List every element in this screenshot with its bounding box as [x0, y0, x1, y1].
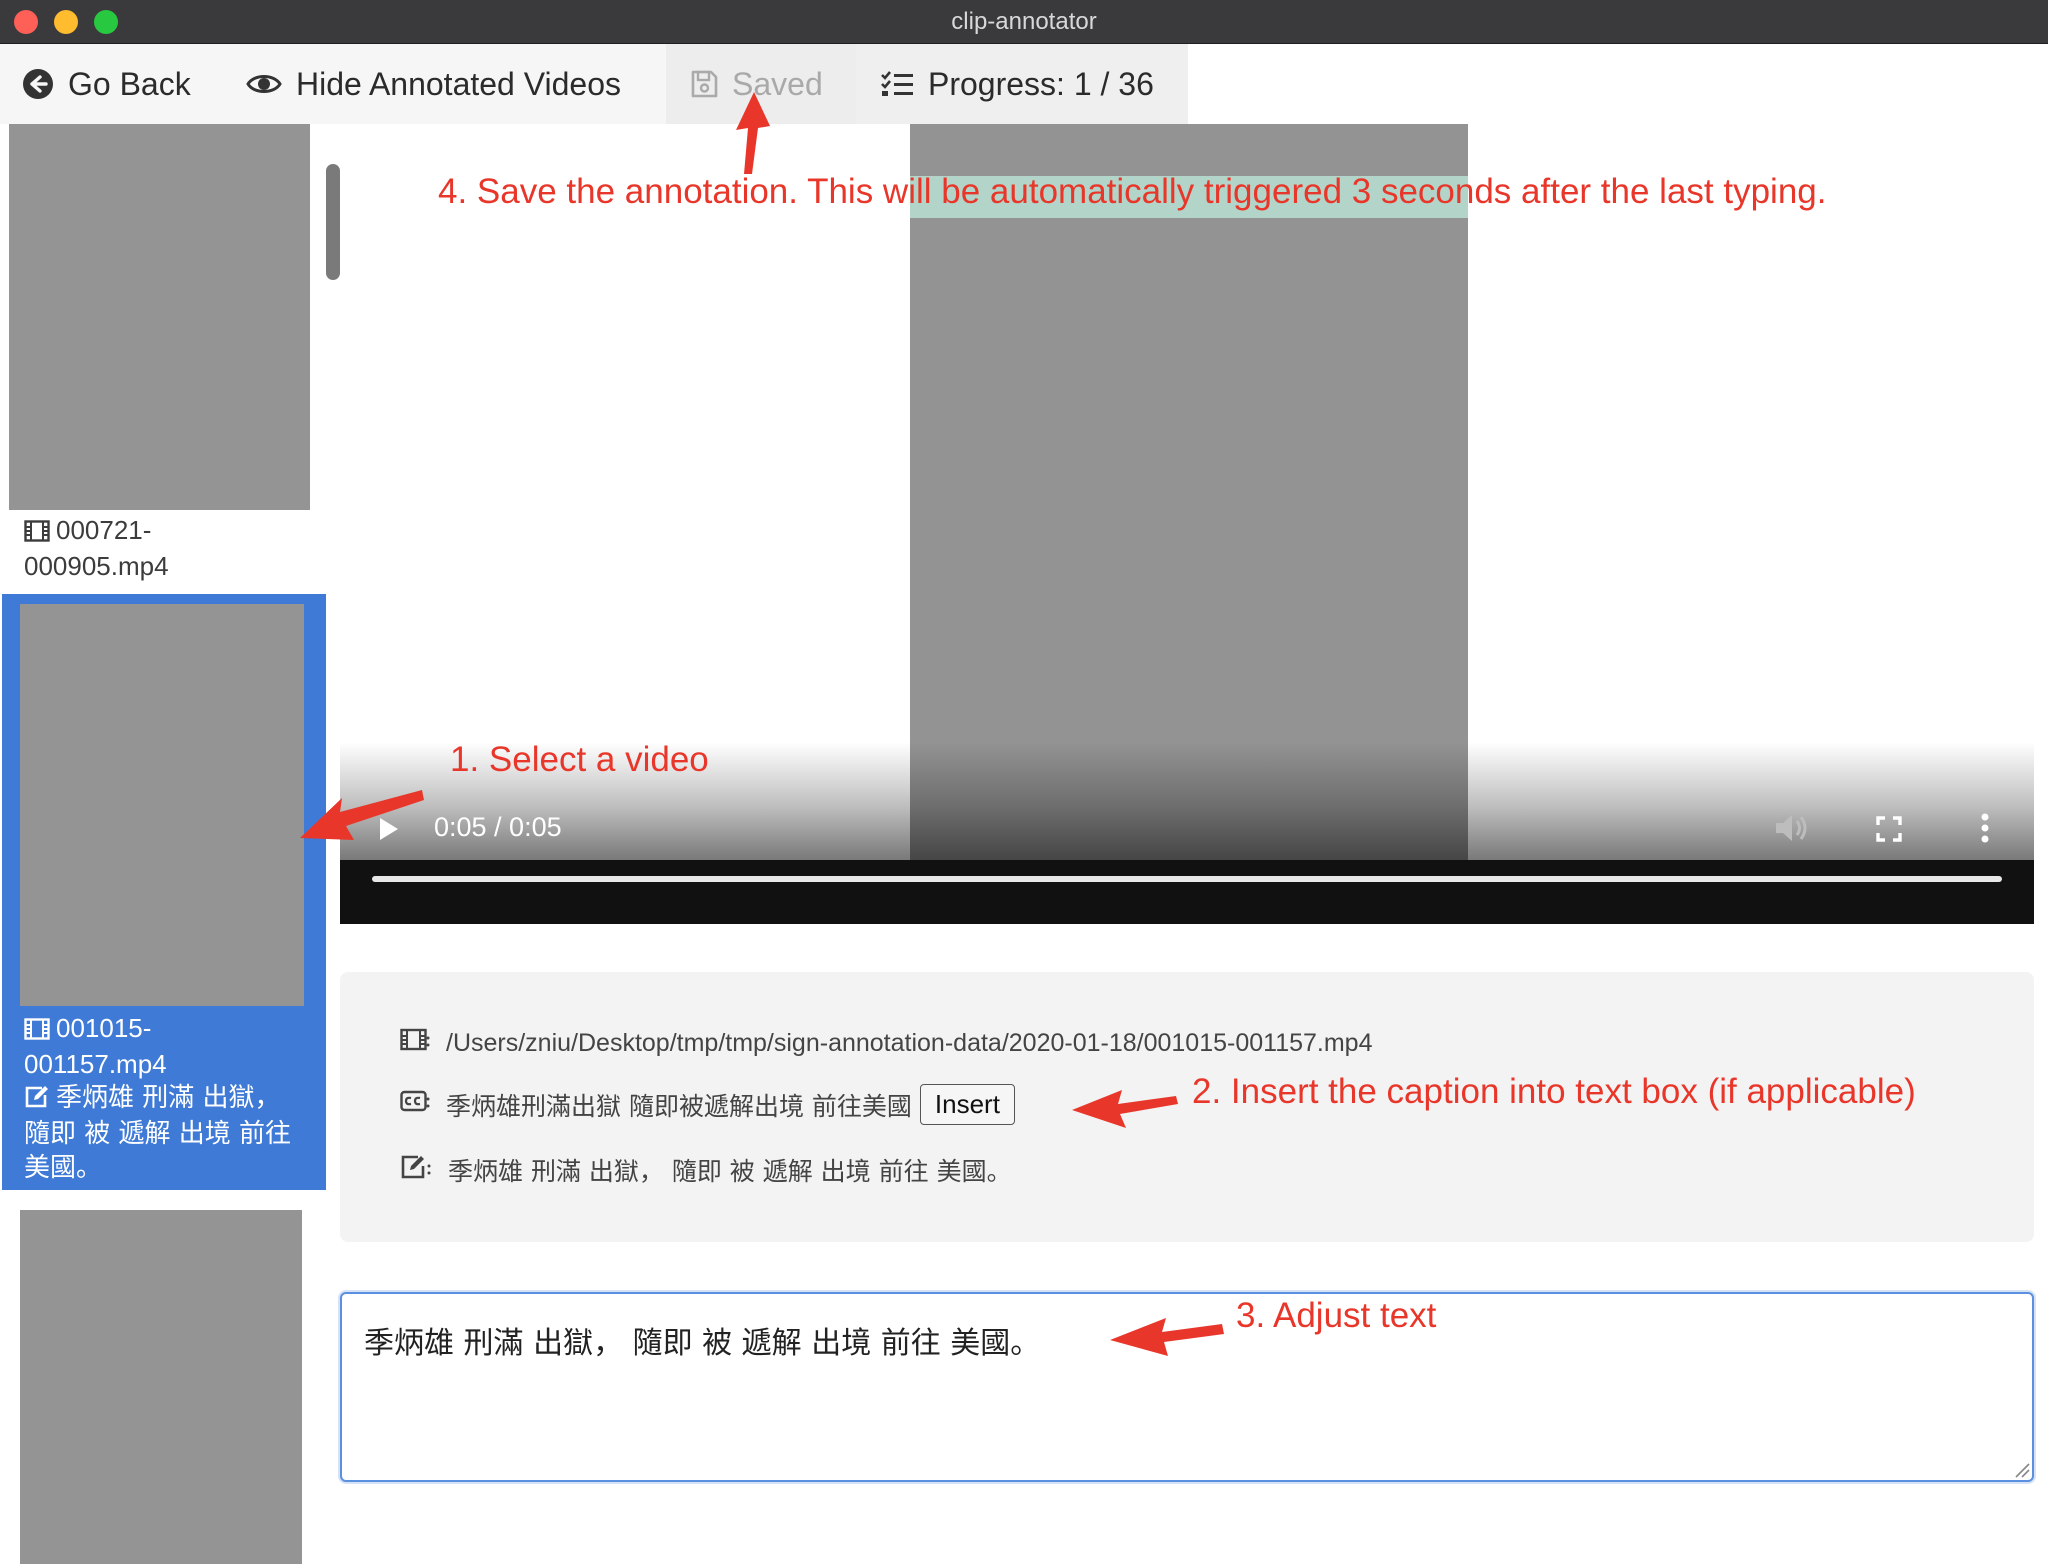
edit-icon [24, 1084, 50, 1117]
toolbar: Go Back Hide Annotated Videos Saved Prog… [0, 44, 1188, 124]
fullscreen-icon[interactable] [1876, 816, 1902, 842]
annotation-step3: 3. Adjust text [1236, 1296, 1437, 1335]
resize-handle-icon[interactable] [2014, 1462, 2030, 1478]
video-bottom-strip [340, 860, 2034, 924]
annotation-step1: 1. Select a video [450, 740, 709, 779]
original-caption: 季炳雄刑滿出獄 隨即被遞解出境 前往美國 [446, 1091, 912, 1121]
more-options-icon[interactable] [1980, 812, 1990, 844]
progress-button[interactable]: Progress: 1 / 36 [856, 44, 1188, 124]
hide-annotated-videos-button[interactable]: Hide Annotated Videos [222, 44, 666, 124]
filename: 000721- [56, 515, 152, 545]
video-time: 0:05 / 0:05 [434, 812, 562, 842]
volume-icon[interactable] [1774, 812, 1810, 844]
annotation-text-input[interactable] [340, 1292, 2034, 1482]
saved-label: Saved [732, 65, 823, 102]
filename: 000905.mp4 [24, 551, 169, 581]
current-annotation: 季炳雄 刑滿 出獄， 隨即 被 遞解 出境 前往 美國。 [448, 1157, 1012, 1186]
video-list-item[interactable]: 000721- 000905.mp4 [24, 514, 169, 583]
video-thumbnail[interactable] [9, 124, 310, 510]
video-player[interactable]: 0:05 / 0:05 [340, 124, 2034, 924]
arrow-left-circle-icon [23, 69, 53, 99]
hide-annotated-label: Hide Annotated Videos [296, 65, 621, 102]
save-button[interactable]: Saved [666, 44, 856, 124]
sidebar-scrollbar[interactable] [326, 164, 340, 280]
floppy-disk-icon [691, 70, 718, 98]
annotation-row: 季炳雄 刑滿 出獄， 隨即 被 遞解 出境 前往 美國。 [400, 1152, 1012, 1188]
window-title: clip-annotator [951, 8, 1097, 35]
caption: 隨即 被 遞解 出境 前往 [24, 1119, 292, 1149]
filename: 001157.mp4 [24, 1049, 167, 1079]
path-row: /Users/zniu/Desktop/tmp/tmp/sign-annotat… [400, 1028, 1373, 1059]
task-list-icon [881, 71, 913, 96]
video-path: /Users/zniu/Desktop/tmp/tmp/sign-annotat… [446, 1029, 1373, 1057]
video-list-item-selected[interactable]: 001015- 001157.mp4 季炳雄 刑滿 出獄， 隨即 被 遞解 出境… [2, 594, 326, 1190]
film-icon [24, 517, 50, 550]
go-back-label: Go Back [68, 65, 191, 102]
progress-label: Progress: 1 / 36 [928, 65, 1154, 102]
annotation-step2: 2. Insert the caption into text box (if … [1192, 1072, 1916, 1111]
play-icon[interactable] [378, 816, 400, 842]
eye-icon [246, 75, 282, 93]
video-list-sidebar: 000721- 000905.mp4 001015- 001157.mp4 季炳… [0, 124, 326, 1564]
filename: 001015- [56, 1013, 152, 1043]
video-list-item-label: 001015- 001157.mp4 季炳雄 刑滿 出獄， 隨即 被 遞解 出境… [24, 1012, 324, 1185]
annotation-step4: 4. Save the annotation. This will be aut… [438, 172, 1827, 211]
caption-row: 季炳雄刑滿出獄 隨即被遞解出境 前往美國 Insert [400, 1084, 1015, 1125]
video-progress-bar[interactable] [372, 876, 2002, 882]
film-icon [400, 1028, 430, 1059]
caption: 美國。 [24, 1153, 103, 1183]
video-thumbnail[interactable] [20, 1210, 302, 1564]
title-bar: clip-annotator [0, 0, 2048, 44]
go-back-button[interactable]: Go Back [0, 44, 222, 124]
caption: 季炳雄 刑滿 出獄， [56, 1083, 281, 1113]
edit-icon [400, 1154, 432, 1187]
video-thumbnail[interactable] [20, 604, 304, 1006]
film-icon [24, 1015, 50, 1048]
closed-caption-icon [400, 1089, 430, 1120]
insert-caption-button[interactable]: Insert [919, 1084, 1015, 1125]
